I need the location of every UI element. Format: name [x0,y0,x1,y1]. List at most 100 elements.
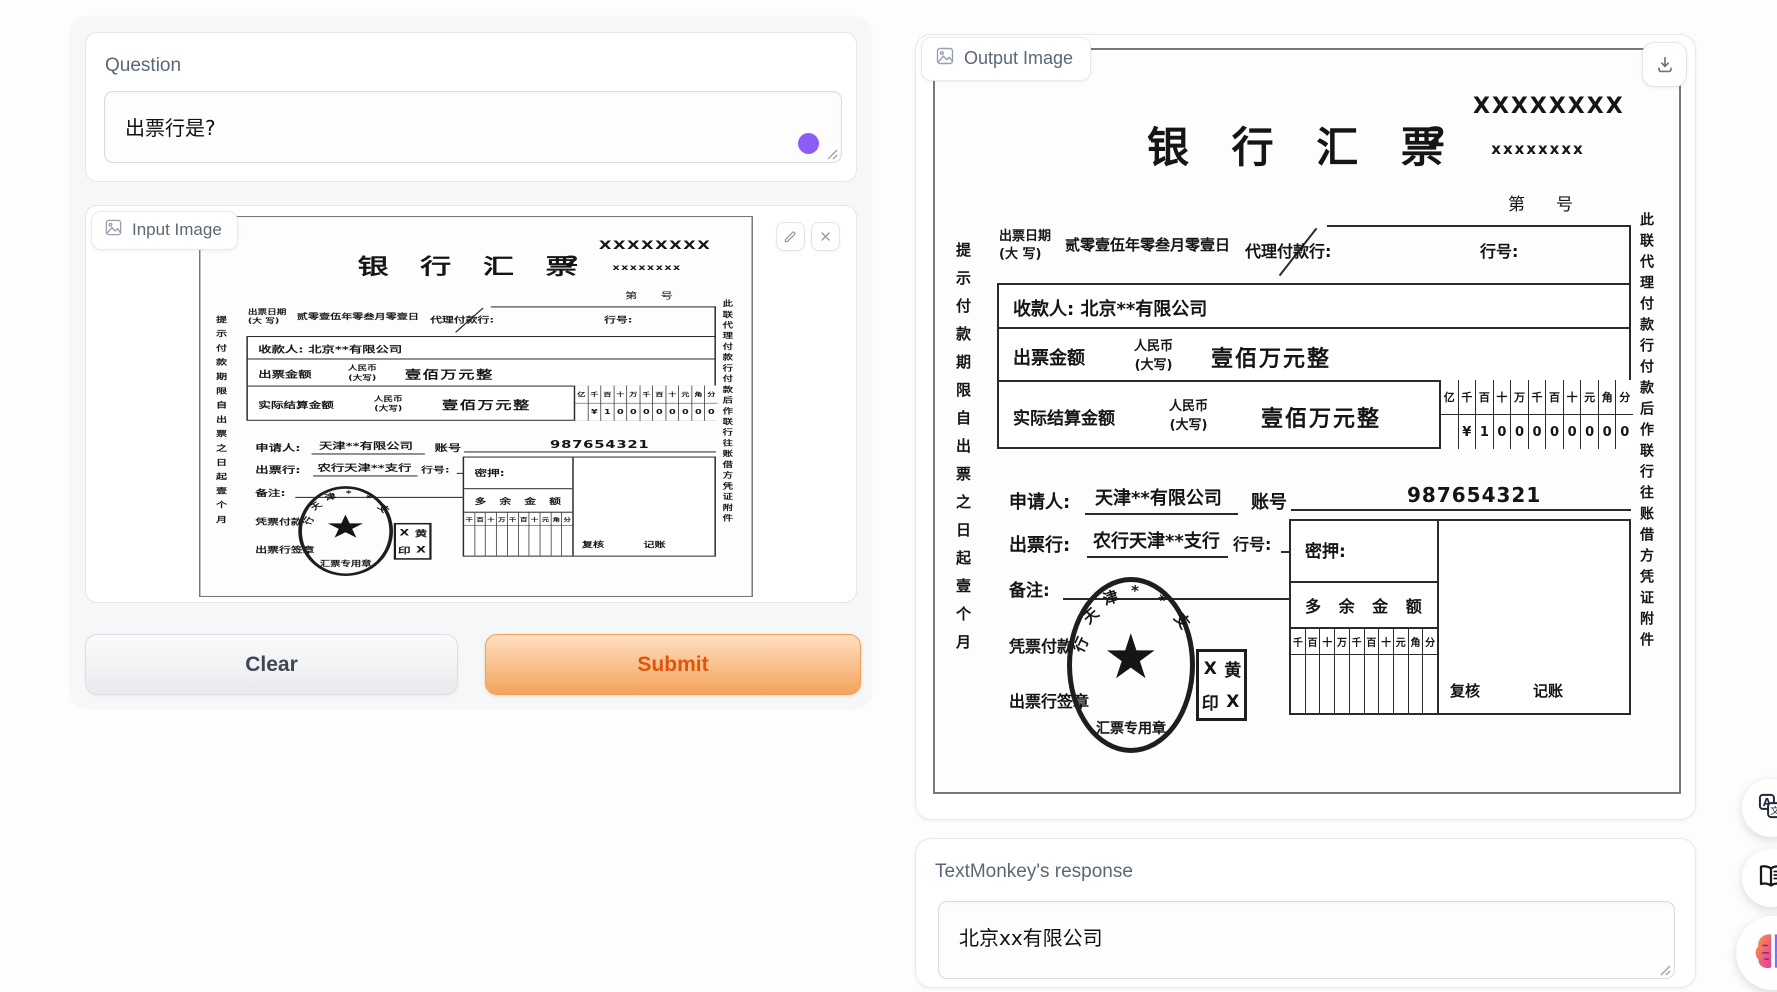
draft-date-label2: (大 写) [248,316,279,326]
stamp-star: ★ [1103,620,1159,693]
payee-label: 收款人: [1013,299,1074,320]
input-image-card: Input Image 银 行 汇 票 2 XXXXXXXX xxxxxxxx … [85,205,857,603]
surplus-digit-grid: 千百 十万 千百 十元 角分 [1291,629,1437,713]
read-tool-button[interactable] [1742,849,1777,907]
input-image-pill: Input Image [91,211,238,250]
input-image-label: Input Image [132,220,222,240]
image-icon [935,46,955,71]
book-icon [1756,861,1777,896]
drawer-bank-value: 农行天津**支行 [313,461,417,477]
brain-icon [1751,929,1777,978]
textarea-resize-handle[interactable] [826,147,838,159]
draft-right-vertical-text: 此联代理付款行付款后作联行往账借方凭证附件 [1636,212,1656,728]
surplus-amount-label: 多 余 金 额 [475,494,566,506]
currency-label: 人民币 [1134,339,1173,354]
draft-date-label2: (大 写) [999,243,1041,262]
draft-header-line-right [714,306,715,337]
pay-on-sight-label: 凭票付款 [1009,633,1073,657]
input-group: Question 出票行是? Input Image [70,16,872,708]
question-input[interactable]: 出票行是? [104,91,842,163]
output-image-pill: Output Image [921,37,1091,81]
draft-agent-bank-label: 代理付款行: [1245,238,1331,262]
bank-draft-image: 银 行 汇 票 2 XXXXXXXX xxxxxxxx 第 号 提示付款期限自出… [199,216,753,597]
output-image-card: Output Image 银 行 汇 票 2 XXXXXXXX xxxxxxxx… [915,34,1696,820]
currency-label2: (大写) [374,405,402,413]
payee-value: 北京**有限公司 [1080,299,1207,320]
output-image-label: Output Image [964,48,1073,69]
textarea-resize-handle[interactable] [1659,963,1671,975]
draft-right-vertical-text: 此联代理付款行付款后作联行往账借方凭证附件 [720,300,735,564]
pay-on-sight-label: 凭票付款 [255,515,302,527]
settlement-box: 实际结算金额 人民币 (大写) 壹佰万元整 亿千 百十 万千 百十 元角 分 ¥… [246,386,716,421]
applicant-label: 申请人: [1009,488,1070,514]
stamp-bottom-text: 汇票专用章 [307,558,384,568]
surplus-amount-label: 多 余 金 额 [1305,593,1428,617]
draft-copy-number: 2 [1427,122,1446,153]
payee-box: 收款人: 北京**有限公司 [246,336,716,359]
image-icon [104,218,123,242]
drawer-bank-label: 出票行: [255,463,300,476]
account-underline [1291,509,1631,511]
submit-button[interactable]: Submit [485,634,861,695]
account-value: 987654321 [1407,483,1541,507]
output-image[interactable]: 银 行 汇 票 2 XXXXXXXX xxxxxxxx 第 号 提示付款期限自出… [933,48,1681,794]
applicant-label: 申请人: [255,441,300,454]
draft-bank-no-label: 行号: [1480,238,1518,262]
download-image-button[interactable] [1642,42,1687,87]
bookkeeping-label: 记账 [643,539,665,550]
draft-left-vertical-text: 提示付款期限自出票之日起壹个月 [214,315,230,550]
amount-digit-grid: 亿千 百十 万千 百十 元角 分 ¥ 10 00 00 00 0 [574,386,718,421]
draft-date-value: 贰零壹伍年零叁月零壹日 [1065,234,1230,255]
amount-box: 出票金额 人民币 (大写) 壹佰万元整 [997,327,1631,382]
currency-label2: (大写) [348,374,376,382]
draft-title: 银 行 汇 票 [1147,114,1457,175]
activity-indicator-dot [798,133,819,154]
draft-serial-bottom: xxxxxxxx [1473,140,1603,158]
draft-date-value: 贰零壹伍年零叁月零壹日 [297,311,419,322]
settlement-box: 实际结算金额 人民币 (大写) 壹佰万元整 亿千 百十 万千 百十 元角 分 ¥… [997,380,1631,449]
account-underline [464,451,716,452]
question-value: 出票行是? [125,112,216,141]
draft-serial-top: XXXXXXXX [599,239,695,252]
drawer-bank-value: 农行天津**支行 [1087,527,1228,558]
amount-digit-grid: 亿千 百十 万千 百十 元角 分 ¥ 10 00 00 00 0 [1439,380,1633,449]
draft-date-label: 出票日期 [999,225,1051,244]
stamp-star: ★ [325,508,366,545]
response-label: TextMonkey's response [935,861,1133,883]
clear-image-button[interactable] [811,222,840,251]
settlement-label: 实际结算金额 [258,398,334,411]
response-value: 北京xx有限公司 [959,922,1103,951]
response-output[interactable]: 北京xx有限公司 [938,901,1675,979]
clear-button[interactable]: Clear [85,634,458,695]
draft-header-line [1327,225,1631,227]
currency-label: 人民币 [374,395,403,403]
settlement-value: 壹佰万元整 [1261,401,1381,433]
currency-label: 人民币 [1169,399,1208,414]
draft-title: 银 行 汇 票 [357,250,586,281]
review-label: 复核 [582,539,604,550]
amount-box: 出票金额 人民币 (大写) 壹佰万元整 [246,358,716,386]
draft-agent-bank-label: 代理付款行: [430,313,494,325]
draft-no-suffix: 号 [1556,190,1573,215]
settlement-value: 壹佰万元整 [442,396,531,412]
review-label: 复核 [1450,680,1480,701]
account-label: 账号 [435,441,462,454]
question-card: Question 出票行是? [85,32,857,182]
account-value: 987654321 [550,438,649,450]
stamp-bottom-text: 汇票专用章 [1079,718,1183,738]
applicant-value: 天津**有限公司 [1085,484,1238,515]
edit-image-button[interactable] [776,222,805,251]
surplus-digit-grid: 千百 十万 千百 十元 角分 [464,513,572,556]
ai-assistant-button[interactable] [1736,916,1777,990]
input-image[interactable]: 银 行 汇 票 2 XXXXXXXX xxxxxxxx 第 号 提示付款期限自出… [199,216,753,597]
yellow-seal-box: X黄 印X [394,523,432,560]
translate-icon: A 文 [1757,792,1777,825]
draft-header-line [491,306,716,307]
draft-no-prefix: 第 [625,289,638,302]
draft-no-prefix: 第 [1508,190,1525,215]
draft-header-line-right [1629,225,1631,285]
question-label: Question [105,55,181,77]
translate-tool-button[interactable]: A 文 [1742,779,1777,837]
remark-label: 备注: [255,486,285,499]
payee-value: 北京**有限公司 [308,344,402,355]
